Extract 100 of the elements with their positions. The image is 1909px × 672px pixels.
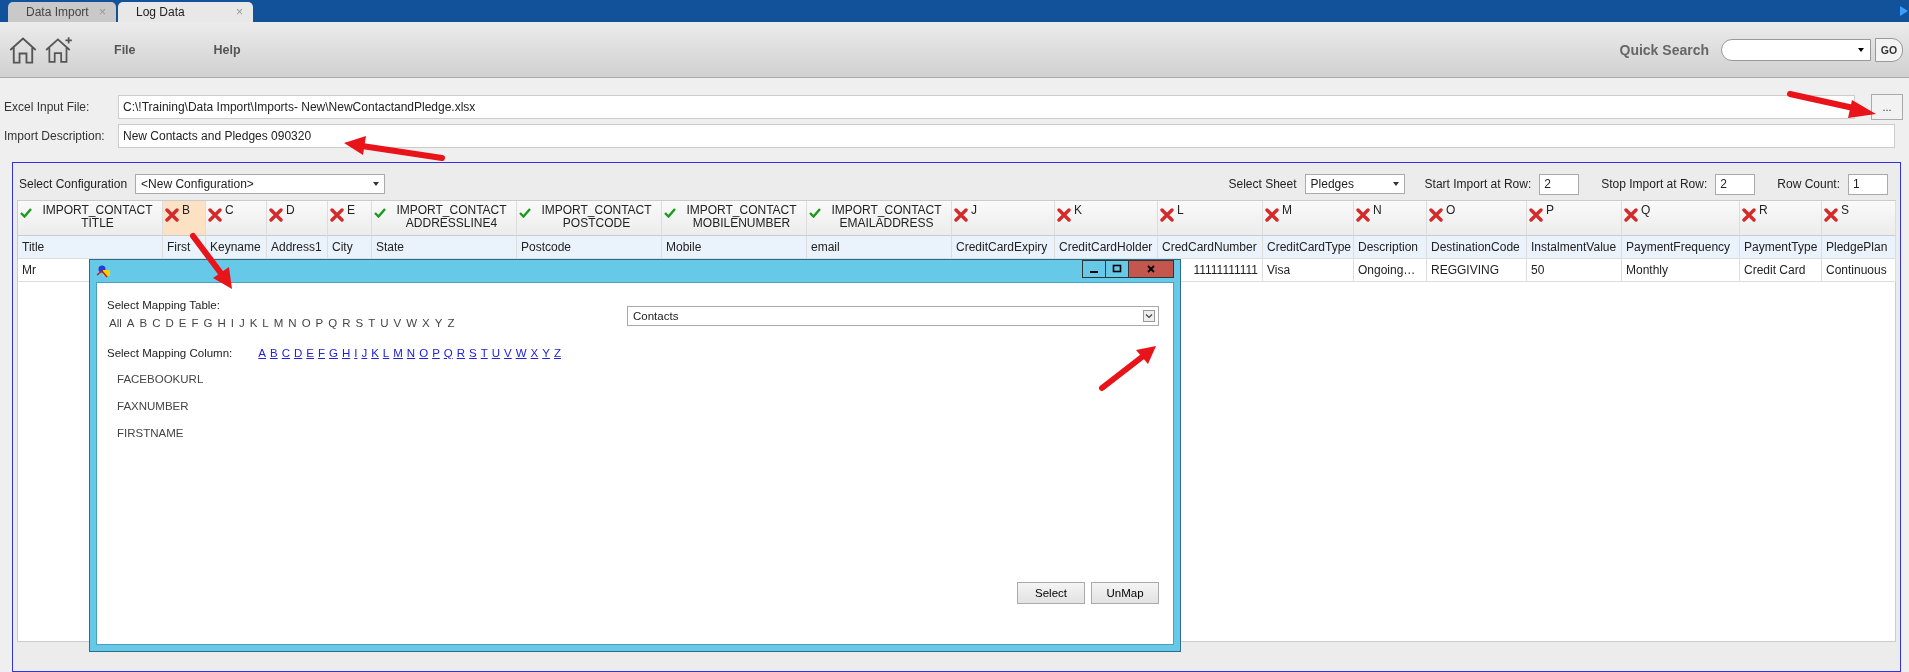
letter-link[interactable]: A xyxy=(258,347,266,359)
letter-link[interactable]: H xyxy=(341,347,351,359)
letter-link[interactable]: G xyxy=(328,347,338,359)
letter-link[interactable]: Z xyxy=(553,347,561,359)
letter-filter[interactable]: H xyxy=(217,317,226,329)
letter-filter[interactable]: Z xyxy=(447,317,455,329)
letter-link[interactable]: E xyxy=(306,347,314,359)
letter-filter[interactable]: I xyxy=(230,317,234,329)
letter-filter[interactable]: All xyxy=(109,317,122,329)
letter-link[interactable]: X xyxy=(530,347,539,359)
row-count-field[interactable]: 1 xyxy=(1848,173,1888,195)
start-row-field[interactable]: 2 xyxy=(1539,173,1580,195)
column-header[interactable]: Q xyxy=(1622,201,1740,236)
column-list-item[interactable]: FACEBOOKURL xyxy=(117,373,1159,385)
letter-link[interactable]: D xyxy=(293,347,303,359)
letter-filter[interactable]: M xyxy=(273,317,284,329)
column-header[interactable]: IMPORT_CONTACT MOBILENUMBER xyxy=(662,201,807,236)
go-button[interactable]: GO xyxy=(1875,37,1903,62)
letter-filter[interactable]: C xyxy=(152,317,161,329)
column-header[interactable]: S xyxy=(1822,201,1896,236)
column-header[interactable]: N xyxy=(1354,201,1427,236)
letter-link[interactable]: P xyxy=(432,347,440,359)
column-header[interactable]: B xyxy=(163,201,206,236)
mapping-table-dropdown[interactable]: Contacts xyxy=(627,306,1159,326)
column-header[interactable]: L xyxy=(1158,201,1263,236)
letter-link[interactable]: C xyxy=(281,347,290,359)
minimize-button[interactable] xyxy=(1082,260,1106,278)
letter-link[interactable]: Q xyxy=(443,347,453,359)
column-list-item[interactable]: FIRSTNAME xyxy=(117,427,1159,439)
column-header[interactable]: IMPORT_CONTACT EMAILADDRESS xyxy=(807,201,952,236)
tab[interactable]: Data Import × xyxy=(8,2,116,22)
letter-filter[interactable]: E xyxy=(178,317,187,329)
letter-filter[interactable]: B xyxy=(139,317,148,329)
browse-button[interactable]: ... xyxy=(1871,94,1903,120)
close-button[interactable] xyxy=(1128,260,1174,278)
letter-filter[interactable]: W xyxy=(406,317,418,329)
menu-item[interactable]: File xyxy=(114,42,136,57)
letter-link[interactable]: J xyxy=(361,347,368,359)
column-header[interactable]: E xyxy=(328,201,372,236)
letter-filter[interactable]: P xyxy=(315,317,324,329)
configuration-dropdown[interactable]: <New Configuration> xyxy=(135,174,386,194)
dialog-button[interactable]: Select xyxy=(1017,582,1085,604)
letter-link[interactable]: L xyxy=(382,347,390,359)
letter-filter[interactable]: Y xyxy=(434,317,443,329)
letter-filter[interactable]: N xyxy=(288,317,297,329)
letter-link[interactable]: Y xyxy=(542,347,550,359)
sheet-dropdown[interactable]: Pledges xyxy=(1304,174,1405,194)
column-header[interactable]: C xyxy=(206,201,267,236)
letter-filter[interactable]: R xyxy=(342,317,351,329)
column-header[interactable]: M xyxy=(1263,201,1354,236)
letter-link[interactable]: V xyxy=(504,347,512,359)
letter-filter[interactable]: F xyxy=(191,317,199,329)
letter-filter[interactable]: Q xyxy=(328,317,338,329)
letter-filter[interactable]: J xyxy=(238,317,245,329)
column-header[interactable]: D xyxy=(267,201,328,236)
letter-filter[interactable]: V xyxy=(393,317,402,329)
letter-filter[interactable]: T xyxy=(368,317,376,329)
quick-search-label: Quick Search xyxy=(1619,41,1709,58)
letter-filter[interactable]: K xyxy=(249,317,258,329)
letter-filter[interactable]: G xyxy=(203,317,213,329)
stop-row-field[interactable]: 2 xyxy=(1715,173,1756,195)
letter-filter[interactable]: S xyxy=(355,317,364,329)
menu-item[interactable]: Help xyxy=(213,42,241,57)
file-path-field[interactable]: C:\!Training\Data Import\Imports- New\NewContactandPledge.xlsx xyxy=(118,95,1855,119)
letter-link[interactable]: B xyxy=(269,347,278,359)
add-home-icon[interactable] xyxy=(44,34,74,65)
column-header[interactable]: R xyxy=(1740,201,1822,236)
column-header[interactable]: IMPORT_CONTACT POSTCODE xyxy=(517,201,662,236)
letter-link[interactable]: N xyxy=(406,347,416,359)
letter-link[interactable]: I xyxy=(354,347,358,359)
column-header[interactable]: P xyxy=(1527,201,1622,236)
column-header[interactable]: O xyxy=(1427,201,1527,236)
letter-filter[interactable]: L xyxy=(262,317,269,329)
column-header[interactable]: J xyxy=(952,201,1055,236)
dialog-button[interactable]: UnMap xyxy=(1091,582,1159,604)
letter-link[interactable]: U xyxy=(491,347,501,359)
letter-filter[interactable]: X xyxy=(422,317,430,329)
tab[interactable]: Log Data × xyxy=(118,2,253,22)
letter-link[interactable]: F xyxy=(317,347,325,359)
column-header[interactable]: IMPORT_CONTACT ADDRESSLINE4 xyxy=(372,201,517,236)
letter-filter[interactable]: O xyxy=(301,317,311,329)
scroll-right-icon[interactable] xyxy=(1900,6,1908,16)
column-list-item[interactable]: FAXNUMBER xyxy=(117,400,1159,412)
letter-link[interactable]: K xyxy=(371,347,379,359)
cross-icon xyxy=(1742,208,1756,222)
letter-link[interactable]: T xyxy=(480,347,488,359)
maximize-button[interactable] xyxy=(1105,260,1129,278)
letter-filter[interactable]: A xyxy=(126,317,135,329)
letter-filter[interactable]: U xyxy=(380,317,389,329)
letter-link[interactable]: W xyxy=(515,347,527,359)
letter-link[interactable]: O xyxy=(419,347,429,359)
letter-filter[interactable]: D xyxy=(165,317,174,329)
source-column-cell: State xyxy=(372,236,517,259)
quick-search-field[interactable] xyxy=(1721,38,1871,61)
letter-link[interactable]: R xyxy=(456,347,466,359)
column-header[interactable]: IMPORT_CONTACT TITLE xyxy=(18,201,163,236)
letter-link[interactable]: S xyxy=(469,347,477,359)
letter-link[interactable]: M xyxy=(393,347,403,359)
description-field[interactable]: New Contacts and Pledges 090320 xyxy=(118,124,1895,148)
column-header[interactable]: K xyxy=(1055,201,1158,236)
